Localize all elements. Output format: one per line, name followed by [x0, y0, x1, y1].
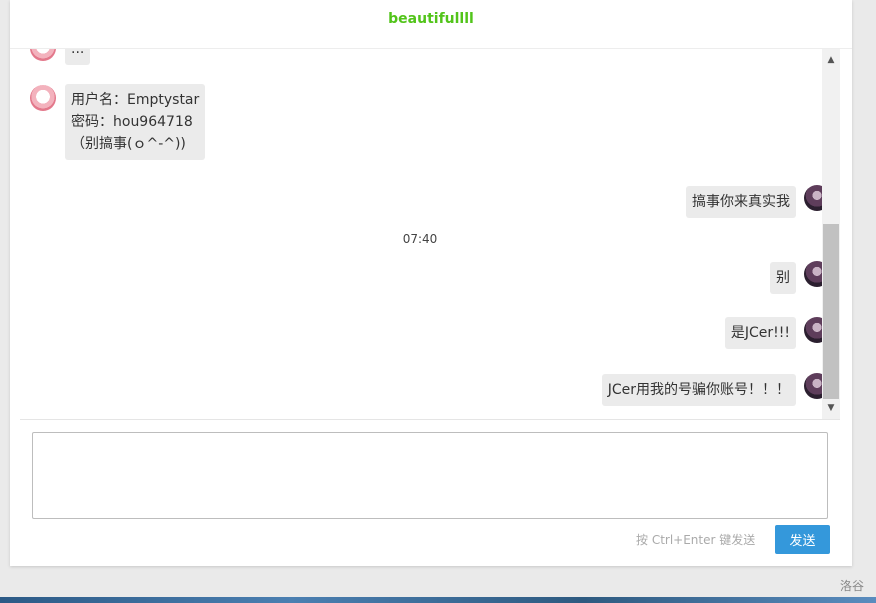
triangle-down-icon[interactable]: ▼ — [822, 399, 840, 417]
avatar[interactable] — [30, 85, 56, 111]
triangle-up-icon[interactable]: ▲ — [822, 51, 840, 69]
message-line: （别搞事(ｏ^-^)) — [71, 136, 186, 152]
message-bubble: JCer用我的号骗你账号！！！ — [601, 374, 796, 406]
message-bubble: ... — [65, 49, 91, 65]
message-list: ... 用户名：Emptystar 密码：hou964718 （别搞事(ｏ^-^… — [20, 49, 830, 419]
background-strip — [0, 597, 876, 603]
message-input[interactable] — [32, 432, 828, 519]
chat-panel: beautifullll ... 用户名：Emptystar 密码：hou964… — [10, 0, 852, 566]
send-hint: 按 Ctrl+Enter 键发送 — [636, 533, 756, 547]
divider — [20, 419, 840, 420]
footer-brand[interactable]: 洛谷 — [840, 577, 864, 594]
scrollbar-thumb[interactable] — [823, 224, 839, 399]
message-scrollbar[interactable]: ▲ ▼ — [822, 49, 840, 419]
message-bubble: 别 — [770, 262, 796, 294]
send-button[interactable]: 发送 — [775, 525, 830, 554]
chat-title: beautifullll — [10, 0, 852, 49]
message-bubble: 用户名：Emptystar 密码：hou964718 （别搞事(ｏ^-^)) — [65, 84, 206, 160]
avatar[interactable] — [30, 49, 56, 61]
message-line: 密码：hou964718 — [71, 114, 193, 130]
message-bubble: 是JCer!!! — [724, 317, 796, 349]
message-line: 用户名：Emptystar — [71, 92, 200, 108]
message-bubble: 搞事你来真实我 — [686, 186, 796, 218]
timestamp: 07:40 — [402, 232, 438, 246]
